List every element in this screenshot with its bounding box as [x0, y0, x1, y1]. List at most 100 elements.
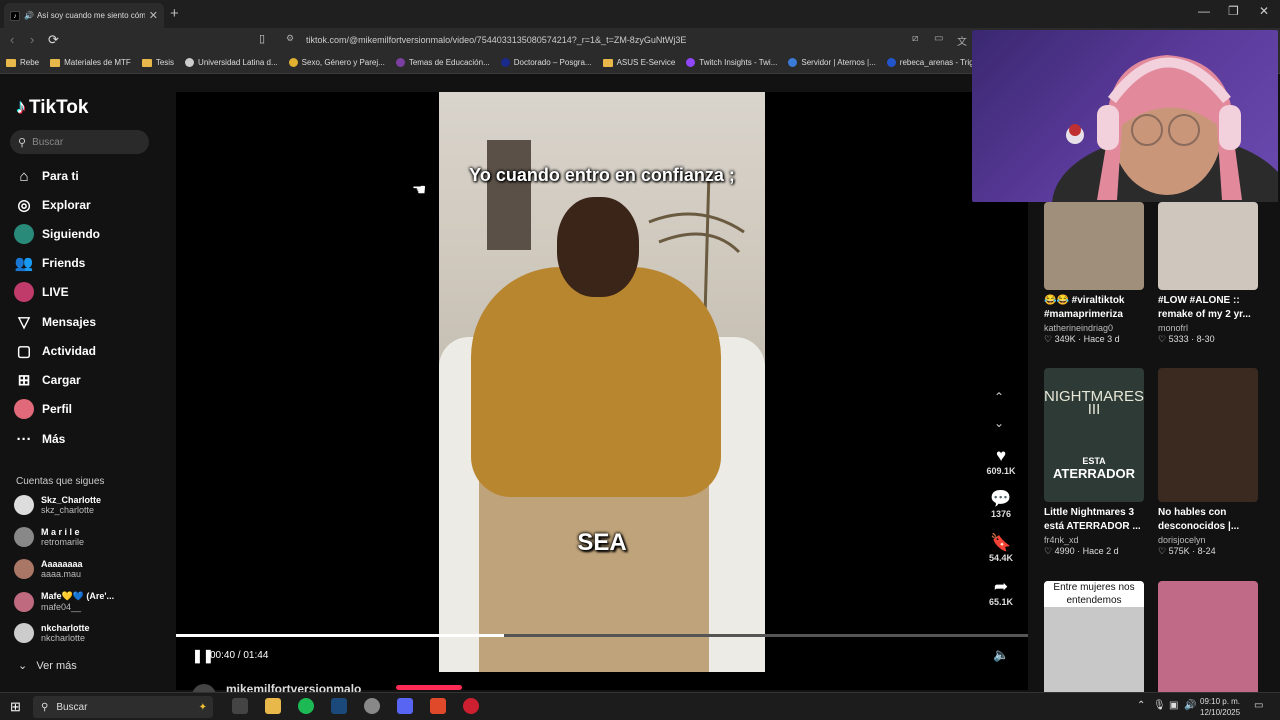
- comment-icon: 💬: [990, 489, 1012, 508]
- file-explorer-icon[interactable]: [265, 698, 281, 714]
- translate-icon[interactable]: ⧄: [912, 33, 918, 44]
- nav-item-send[interactable]: ▽ Mensajes: [14, 312, 96, 332]
- steam-icon[interactable]: [331, 698, 347, 714]
- nav-item-more[interactable]: ··· Más: [14, 429, 66, 449]
- windows-start-icon[interactable]: ⊞: [10, 699, 21, 715]
- nav-item-compass[interactable]: ◎ Explorar: [14, 195, 90, 215]
- cast-icon[interactable]: ▭: [934, 33, 943, 44]
- folder-icon: [50, 58, 61, 67]
- search-icon: ⚲: [18, 136, 27, 149]
- chevron-down-icon: ⌄: [18, 660, 28, 672]
- volume-icon[interactable]: 🔈: [993, 647, 1009, 663]
- account-name: Skz_Charlotte: [41, 495, 102, 505]
- site-favicon-icon: [788, 58, 798, 67]
- previous-video-icon[interactable]: ⌃: [994, 390, 1004, 404]
- bookmark-item[interactable]: Doctorado – Posgra...: [500, 58, 592, 67]
- search-input[interactable]: ⚲ Buscar: [10, 130, 149, 154]
- task-view-icon[interactable]: [232, 698, 248, 714]
- video-thumbnail: [1044, 202, 1144, 290]
- taskbar-clock[interactable]: 09:10 p. m. 12/10/2025: [1200, 696, 1240, 718]
- bookmark-label: Universidad Latina d...: [198, 58, 278, 67]
- bookmark-item[interactable]: Tesis: [141, 58, 174, 67]
- nav-item-label: Perfil: [42, 402, 73, 416]
- next-video-icon[interactable]: ⌄: [994, 416, 1004, 430]
- save-button[interactable]: 🔖 54.4K: [984, 533, 1018, 563]
- comment-button[interactable]: 💬 1376: [984, 489, 1018, 519]
- site-info-icon[interactable]: ⚙: [286, 33, 294, 44]
- minimize-button[interactable]: —: [1198, 4, 1210, 18]
- recommended-video-card[interactable]: NIGHTMARES III ESTA ATERRADOR Little Nightm…: [1044, 368, 1144, 557]
- video-author: fr4nk_xd: [1044, 535, 1079, 545]
- share-icon: ➦: [993, 577, 1009, 596]
- browser-tab[interactable]: ♪ 🔊 Así soy cuando me siento cóm ✕: [4, 3, 164, 28]
- bookmark-icon: 🔖: [990, 533, 1012, 552]
- account-handle: skz_charlotte: [41, 505, 95, 515]
- back-button[interactable]: ‹: [10, 32, 14, 47]
- address-bar[interactable]: tiktok.com/@mikemilfortversionmalo/video…: [280, 31, 970, 50]
- video-stats: ♡ 5333 · 8-30: [1158, 334, 1215, 344]
- send-icon: ▽: [18, 314, 30, 331]
- bookmark-item[interactable]: Temas de Educación...: [395, 58, 490, 67]
- nav-item-label: Más: [42, 432, 66, 446]
- reload-button[interactable]: ⟳: [48, 32, 59, 48]
- nav-item-live[interactable]: LIVE: [14, 282, 69, 302]
- follow-button[interactable]: [396, 685, 462, 690]
- video-progress-bar[interactable]: [176, 634, 1028, 637]
- taskbar-search[interactable]: ⚲ Buscar ✦: [33, 696, 213, 718]
- recommended-video-card[interactable]: No hables con desconocidos |... dorisjoce…: [1158, 368, 1258, 557]
- share-button[interactable]: ➦ 65.1K: [984, 577, 1018, 607]
- following-account[interactable]: nkcharlotte nkcharlotte: [14, 623, 90, 643]
- video-stats: ♡ 575K · 8-24: [1158, 546, 1216, 556]
- microphone-icon[interactable]: 🎙: [1153, 700, 1166, 711]
- spotify-icon[interactable]: [298, 698, 314, 714]
- tiktok-logo[interactable]: ♪ TikTok: [16, 96, 88, 119]
- network-icon[interactable]: ▣: [1169, 700, 1178, 711]
- account-name: M a r i l e: [41, 527, 80, 537]
- account-name: Aaaaaaaa: [41, 559, 83, 569]
- following-account[interactable]: M a r i l e retromarile: [14, 527, 84, 547]
- following-account[interactable]: Aaaaaaaa aaaa.mau: [14, 559, 83, 579]
- new-tab-button[interactable]: +: [170, 5, 179, 22]
- restore-button[interactable]: ❐: [1228, 4, 1239, 18]
- brave-icon[interactable]: [430, 698, 446, 714]
- notification-icon[interactable]: ▭: [1254, 700, 1263, 711]
- video-title: 😂😂 #viraltiktok #mamaprimeriza: [1044, 295, 1125, 320]
- see-more-label: Ver más: [36, 660, 77, 672]
- bookmark-item[interactable]: Twitch Insights - Twi...: [686, 58, 777, 67]
- bookmark-item[interactable]: ASUS E-Service: [602, 58, 675, 67]
- site-favicon-icon: [686, 58, 696, 67]
- bookmark-item[interactable]: Rebe: [6, 58, 39, 67]
- volume-tray-icon[interactable]: 🔊: [1184, 700, 1196, 711]
- discord-icon[interactable]: [397, 698, 413, 714]
- tab-title: Así soy cuando me siento cóm: [36, 11, 145, 20]
- like-button[interactable]: ♥ 609.1K: [984, 446, 1018, 476]
- nav-item-upload[interactable]: ⊞ Cargar: [14, 370, 81, 390]
- tray-chevron-icon[interactable]: ⌃: [1137, 700, 1145, 711]
- bookmark-item[interactable]: Servidor | Aternos |...: [788, 58, 876, 67]
- nav-item-following[interactable]: Siguiendo: [14, 224, 100, 244]
- close-tab-icon[interactable]: ✕: [149, 9, 158, 22]
- bookmark-item[interactable]: rebeca_arenas - Trig...: [886, 58, 980, 67]
- language-icon[interactable]: 文: [957, 33, 967, 48]
- following-account[interactable]: Mafe💛💙 (Are'... mafe04__: [14, 591, 114, 612]
- bookmark-item[interactable]: Materiales de MTF: [50, 58, 131, 67]
- nav-item-profile[interactable]: Perfil: [14, 399, 72, 419]
- close-window-button[interactable]: ✕: [1259, 4, 1269, 18]
- inbox-icon: ▢: [16, 343, 32, 360]
- bookmark-item[interactable]: Universidad Latina d...: [185, 58, 278, 67]
- bookmark-icon[interactable]: ▯: [259, 32, 265, 45]
- tiktok-sidebar: ♪ TikTok ⚲ Buscar ⌂ Para ti ◎ Explorar Sigui…: [0, 74, 175, 690]
- nav-item-friends[interactable]: 👥 Friends: [14, 253, 86, 273]
- obs-icon[interactable]: [364, 698, 380, 714]
- following-account[interactable]: Skz_Charlotte skz_charlotte: [14, 495, 101, 515]
- app-icon[interactable]: [463, 698, 479, 714]
- recommended-video-card[interactable]: #LOW #ALONE :: remake of my 2 yr... monof…: [1158, 202, 1258, 345]
- see-more-button[interactable]: ⌄ Ver más: [18, 659, 77, 672]
- video-frame[interactable]: Yo cuando entro en confianza ; SEA: [439, 92, 765, 672]
- thumbnail-text: Entre mujeres nos entendemos: [1044, 581, 1144, 607]
- nav-item-home[interactable]: ⌂ Para ti: [14, 166, 78, 186]
- bookmark-item[interactable]: Sexo, Género y Parej...: [288, 58, 385, 67]
- forward-button[interactable]: ›: [30, 32, 34, 47]
- recommended-video-card[interactable]: 😂😂 #viraltiktok #mamaprimeriza katherinei…: [1044, 202, 1144, 345]
- nav-item-inbox[interactable]: ▢ Actividad: [14, 341, 96, 361]
